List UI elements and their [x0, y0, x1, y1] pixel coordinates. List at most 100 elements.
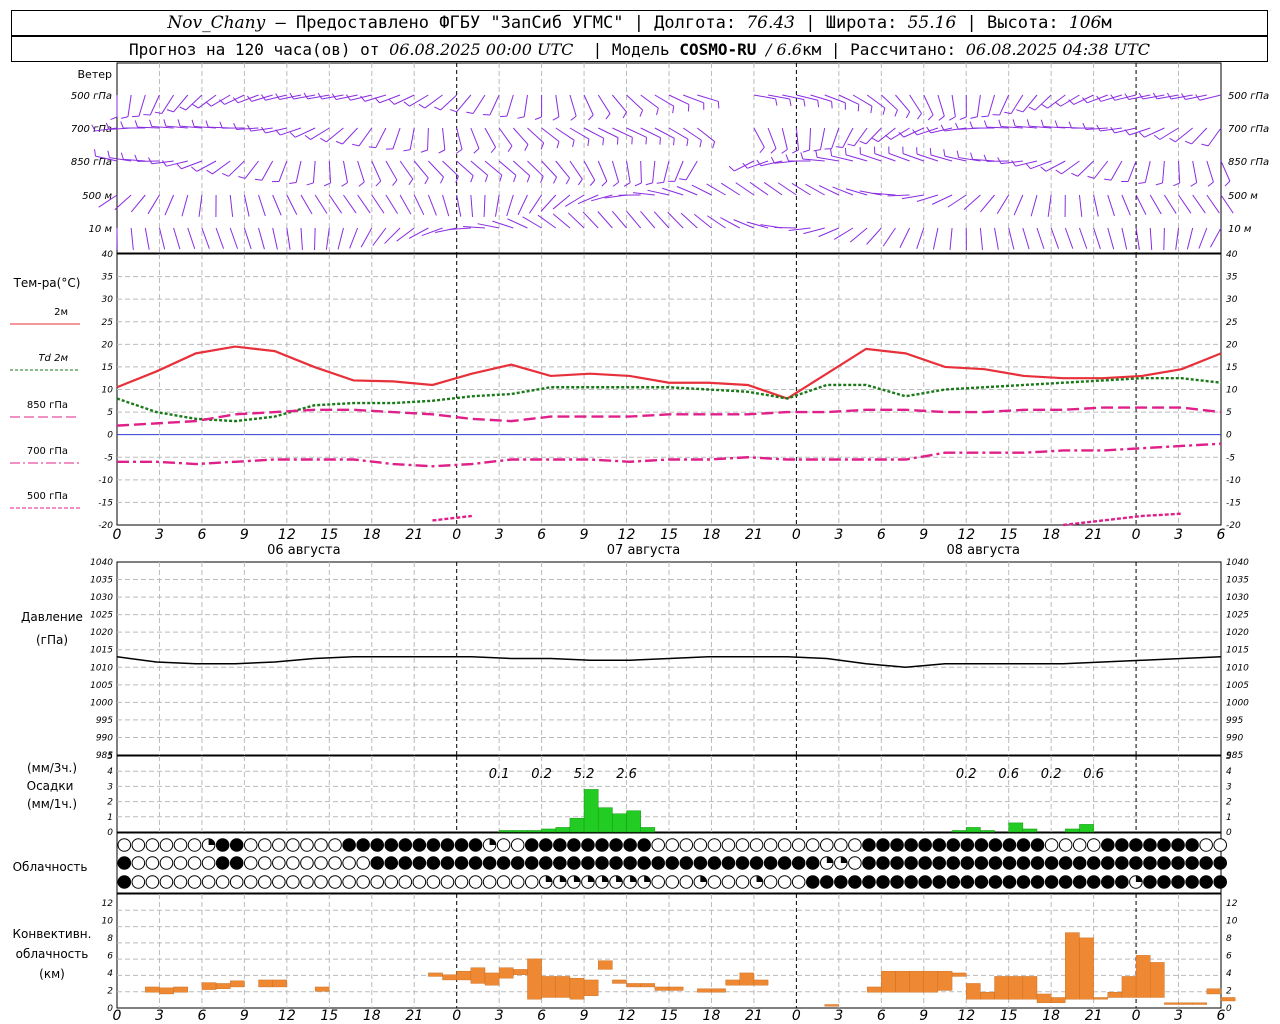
- wind-barb: [442, 194, 450, 217]
- wind-barb: [498, 160, 517, 176]
- wind-barb-feather: [1201, 143, 1209, 147]
- wind-barb: [541, 127, 560, 142]
- cloud-symbol: [834, 838, 848, 852]
- conv-ytick-right: 12: [1226, 899, 1238, 909]
- wind-barb-feather: [470, 175, 474, 183]
- cloud-symbol: [328, 856, 342, 870]
- wind-barb-feather: [781, 148, 788, 154]
- wind-barb-feather: [148, 157, 153, 164]
- wind-barb: [187, 227, 196, 250]
- wind-barb: [1207, 127, 1222, 147]
- cloud-symbol: [1044, 838, 1059, 852]
- conv-bar: [866, 986, 882, 993]
- cloud-symbol: [356, 856, 370, 870]
- conv-xtick: 15: [320, 1008, 338, 1024]
- cloud-symbol: [454, 875, 469, 889]
- wind-barb: [1198, 227, 1208, 249]
- wind-barb: [442, 127, 446, 150]
- wind-barb-feather: [1138, 181, 1146, 184]
- conv-bar: [994, 976, 1009, 1000]
- wind-barb-feather: [1011, 160, 1017, 167]
- cloud-symbol: [1044, 856, 1059, 870]
- wind-barb-feather: [1152, 92, 1158, 100]
- cloud-symbol: [145, 856, 160, 870]
- wind-barb: [951, 94, 956, 117]
- wind-barb: [409, 127, 415, 150]
- conv-title-1: Конвективн.: [13, 927, 92, 941]
- cloud-symbol: [791, 875, 806, 889]
- cloud-symbol: [735, 856, 750, 870]
- wind-barb-feather: [770, 156, 775, 164]
- cloud-symbol: [272, 838, 286, 852]
- wind-barb: [569, 94, 577, 117]
- cloud-symbol: [468, 875, 483, 889]
- cloud-symbol: [524, 838, 539, 852]
- wind-barb-feather: [587, 114, 594, 121]
- wind-barb: [456, 194, 462, 217]
- wind-barb: [337, 227, 344, 250]
- conv-bar: [1135, 955, 1151, 998]
- cloud-symbol: [1199, 856, 1213, 870]
- cloud-symbol: [286, 875, 300, 889]
- pres-ytick-left: 1020: [90, 628, 113, 638]
- cloud-symbol: [370, 875, 385, 889]
- conv-xtick: 21: [745, 1008, 763, 1024]
- wind-barb-feather: [161, 160, 167, 167]
- wind-barb: [424, 94, 443, 109]
- wind-barb: [371, 160, 382, 182]
- wind-barb: [597, 94, 611, 114]
- temp-xtick: 15: [320, 527, 338, 543]
- wind-barb-feather: [438, 149, 446, 154]
- cloud-symbol: [777, 856, 792, 870]
- wind-barb: [523, 94, 528, 117]
- wind-barb-feather: [589, 179, 596, 186]
- wind-barb-feather: [205, 120, 209, 128]
- wind-barb: [198, 194, 203, 217]
- conv-bar: [527, 958, 542, 1000]
- cloud-symbol-quarter: [208, 838, 215, 845]
- precip-ytick-left: 0: [107, 828, 113, 838]
- wind-barb: [442, 160, 459, 177]
- conv-bar: [541, 976, 556, 998]
- cloud-symbol: [834, 875, 848, 889]
- cloud-symbol: [707, 875, 722, 889]
- wind-barb-feather: [490, 146, 496, 153]
- cloud-symbol: [510, 875, 525, 889]
- wind-barb-feather: [352, 143, 360, 147]
- wind-barb-feather: [612, 181, 619, 187]
- conv-xtick: 18: [1042, 1008, 1060, 1024]
- cloud-symbol: [974, 856, 989, 870]
- wind-barb: [555, 160, 570, 179]
- wind-barb-feather: [403, 101, 410, 107]
- wind-barb-feather: [1110, 126, 1116, 134]
- cloud-symbol: [187, 856, 202, 870]
- cloud-symbol: [539, 856, 553, 870]
- wind-barb-feather: [121, 116, 129, 119]
- wind-barb: [494, 194, 500, 217]
- cloud-symbol: [482, 875, 497, 889]
- wind-barb: [1078, 194, 1083, 217]
- wind-barb-feather: [1169, 137, 1176, 143]
- cloud-symbol: [272, 856, 286, 870]
- temp-xtick: 18: [363, 527, 381, 543]
- wind-barb: [463, 225, 486, 229]
- wind-barb-feather: [645, 182, 653, 186]
- wind-barb-feather: [844, 147, 847, 155]
- cloud-symbol: [946, 875, 961, 889]
- wind-barb: [626, 210, 642, 229]
- cloud-symbol: [440, 875, 455, 889]
- precip-bar: [1079, 824, 1094, 833]
- precip-bar: [1065, 828, 1080, 833]
- cloud-symbol: [1044, 875, 1059, 889]
- conv-xtick: 6: [537, 1008, 546, 1024]
- cloud-symbol: [145, 838, 160, 852]
- wind-barb: [427, 127, 429, 151]
- wind-barb-feather: [517, 116, 525, 119]
- cloud-symbol: [1016, 856, 1031, 870]
- wind-barb: [258, 194, 266, 217]
- wind-barb: [685, 160, 698, 181]
- wind-barb-feather: [177, 119, 181, 127]
- temp-ytick-right: 5: [1226, 408, 1232, 418]
- cloud-symbol-quarter: [630, 875, 637, 882]
- wind-barb-feather: [803, 99, 806, 107]
